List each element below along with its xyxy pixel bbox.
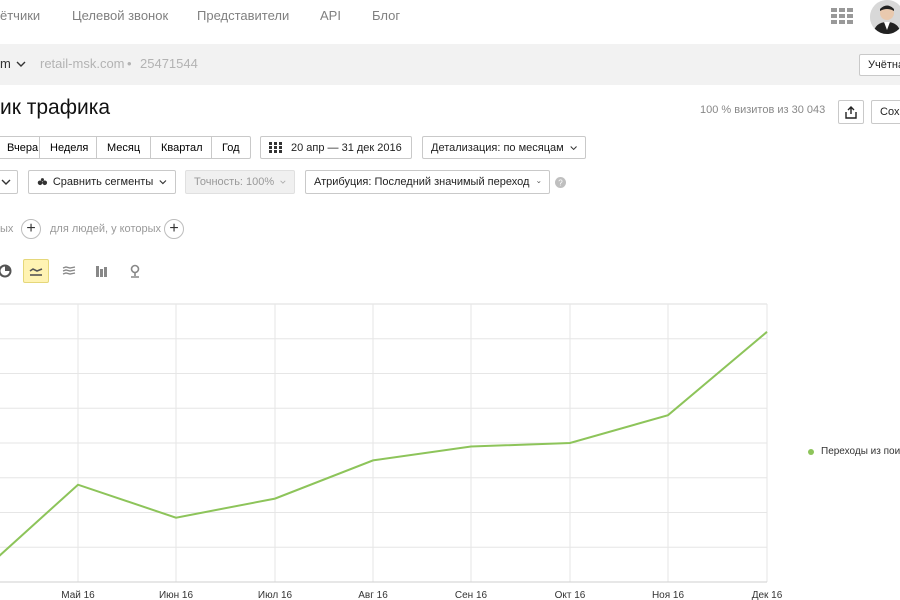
area-chart-icon: [62, 266, 76, 275]
period-yesterday[interactable]: Вчера: [0, 136, 40, 159]
x-tick-label: Авг 16: [358, 590, 388, 600]
segments-icon: [37, 178, 48, 186]
apps-grid-icon[interactable]: [831, 8, 855, 24]
counter-bar: m retail-msk.com • 25471544 Учётна: [0, 44, 900, 85]
nav-item-representatives[interactable]: Представители: [197, 8, 289, 23]
x-tick-label: Сен 16: [455, 590, 488, 600]
accuracy-label: Точность: 100%: [194, 176, 275, 188]
period-year[interactable]: Год: [211, 136, 251, 159]
x-tick-label: Ноя 16: [652, 590, 685, 600]
nav-item-counters[interactable]: ётчики: [0, 8, 40, 23]
svg-text:?: ?: [558, 179, 563, 188]
nav-item-api[interactable]: API: [320, 8, 341, 23]
chart-type-line[interactable]: [23, 259, 49, 283]
period-week[interactable]: Неделя: [39, 136, 97, 159]
legend-label: Переходы из пои: [821, 446, 900, 457]
help-icon[interactable]: ?: [555, 177, 566, 188]
attribution-dropdown[interactable]: Атрибуция: Последний значимый переход: [305, 170, 550, 194]
data-point[interactable]: [665, 412, 671, 418]
accuracy-dropdown[interactable]: Точность: 100%: [185, 170, 295, 194]
traffic-line-chart: Май 16 Июн 16 Июл 16 Авг 16 Сен 16 Окт 16 Ноя …: [0, 303, 783, 600]
top-nav: ётчики Целевой звонок Представители API …: [0, 0, 900, 44]
chevron-down-icon: [537, 181, 541, 184]
counter-selector[interactable]: m: [0, 56, 26, 71]
legend-marker: [808, 448, 814, 455]
chart-type-area[interactable]: [56, 259, 82, 283]
x-tick-label: Дек 16: [752, 590, 783, 600]
compare-segments-button[interactable]: Сравнить сегменты: [28, 170, 176, 194]
date-range-label: 20 апр — 31 дек 2016: [291, 141, 402, 154]
date-range-picker[interactable]: 20 апр — 31 дек 2016: [260, 136, 412, 159]
page-title: ик трафика: [0, 96, 111, 119]
calendar-icon: [269, 142, 282, 153]
chevron-down-icon: [280, 180, 286, 184]
data-point[interactable]: [173, 515, 179, 521]
data-point[interactable]: [567, 440, 573, 446]
chart-type-bar[interactable]: [89, 259, 115, 283]
x-tick-label: Июл 16: [258, 590, 293, 600]
visits-sample-text: 100 % визитов из 30 043: [700, 104, 826, 116]
add-people-filter-button[interactable]: +: [164, 219, 184, 239]
export-button[interactable]: [838, 100, 864, 124]
detail-label: Детализация: по месяцам: [431, 141, 564, 154]
add-visit-filter-button[interactable]: +: [21, 219, 41, 239]
chevron-down-icon: [1, 179, 11, 185]
chevron-down-icon: [16, 61, 26, 67]
series-line: [0, 331, 768, 557]
bar-chart-icon: [96, 266, 107, 277]
detail-dropdown[interactable]: Детализация: по месяцам: [422, 136, 586, 159]
chart-legend[interactable]: Переходы из пои: [808, 446, 900, 457]
map-icon: [130, 264, 140, 278]
period-month[interactable]: Месяц: [96, 136, 151, 159]
nav-item-blog[interactable]: Блог: [372, 8, 400, 23]
data-point[interactable]: [75, 482, 81, 488]
filter-people-text: для людей, у которых: [50, 223, 161, 235]
data-point[interactable]: [764, 329, 770, 335]
chevron-down-icon: [159, 180, 167, 185]
x-tick-label: Июн 16: [159, 590, 194, 600]
line-chart-icon: [29, 268, 43, 276]
chart-type-map[interactable]: [122, 259, 148, 283]
filter-visits-text: ых: [0, 223, 14, 235]
nav-item-target-call[interactable]: Целевой звонок: [72, 8, 168, 23]
separator-dot: •: [127, 56, 132, 71]
account-button[interactable]: Учётна: [859, 54, 900, 76]
counter-site: retail-msk.com: [40, 56, 125, 71]
avatar-picture: [870, 0, 900, 34]
avatar[interactable]: [870, 0, 900, 34]
data-point[interactable]: [370, 457, 376, 463]
segment-dropdown[interactable]: [0, 170, 18, 194]
chevron-down-icon: [570, 145, 577, 150]
export-icon: [845, 105, 857, 119]
data-point[interactable]: [272, 496, 278, 502]
save-report-button[interactable]: Сох: [871, 100, 900, 124]
x-tick-label: Май 16: [61, 590, 95, 600]
pie-chart-icon: [0, 264, 12, 278]
compare-segments-label: Сравнить сегменты: [52, 176, 154, 188]
attribution-label: Атрибуция: Последний значимый переход: [314, 176, 530, 188]
data-point[interactable]: [468, 443, 474, 449]
counter-id: 25471544: [140, 56, 198, 71]
chart-type-pie[interactable]: [0, 259, 18, 283]
x-tick-label: Окт 16: [555, 590, 586, 600]
period-quarter[interactable]: Квартал: [150, 136, 212, 159]
